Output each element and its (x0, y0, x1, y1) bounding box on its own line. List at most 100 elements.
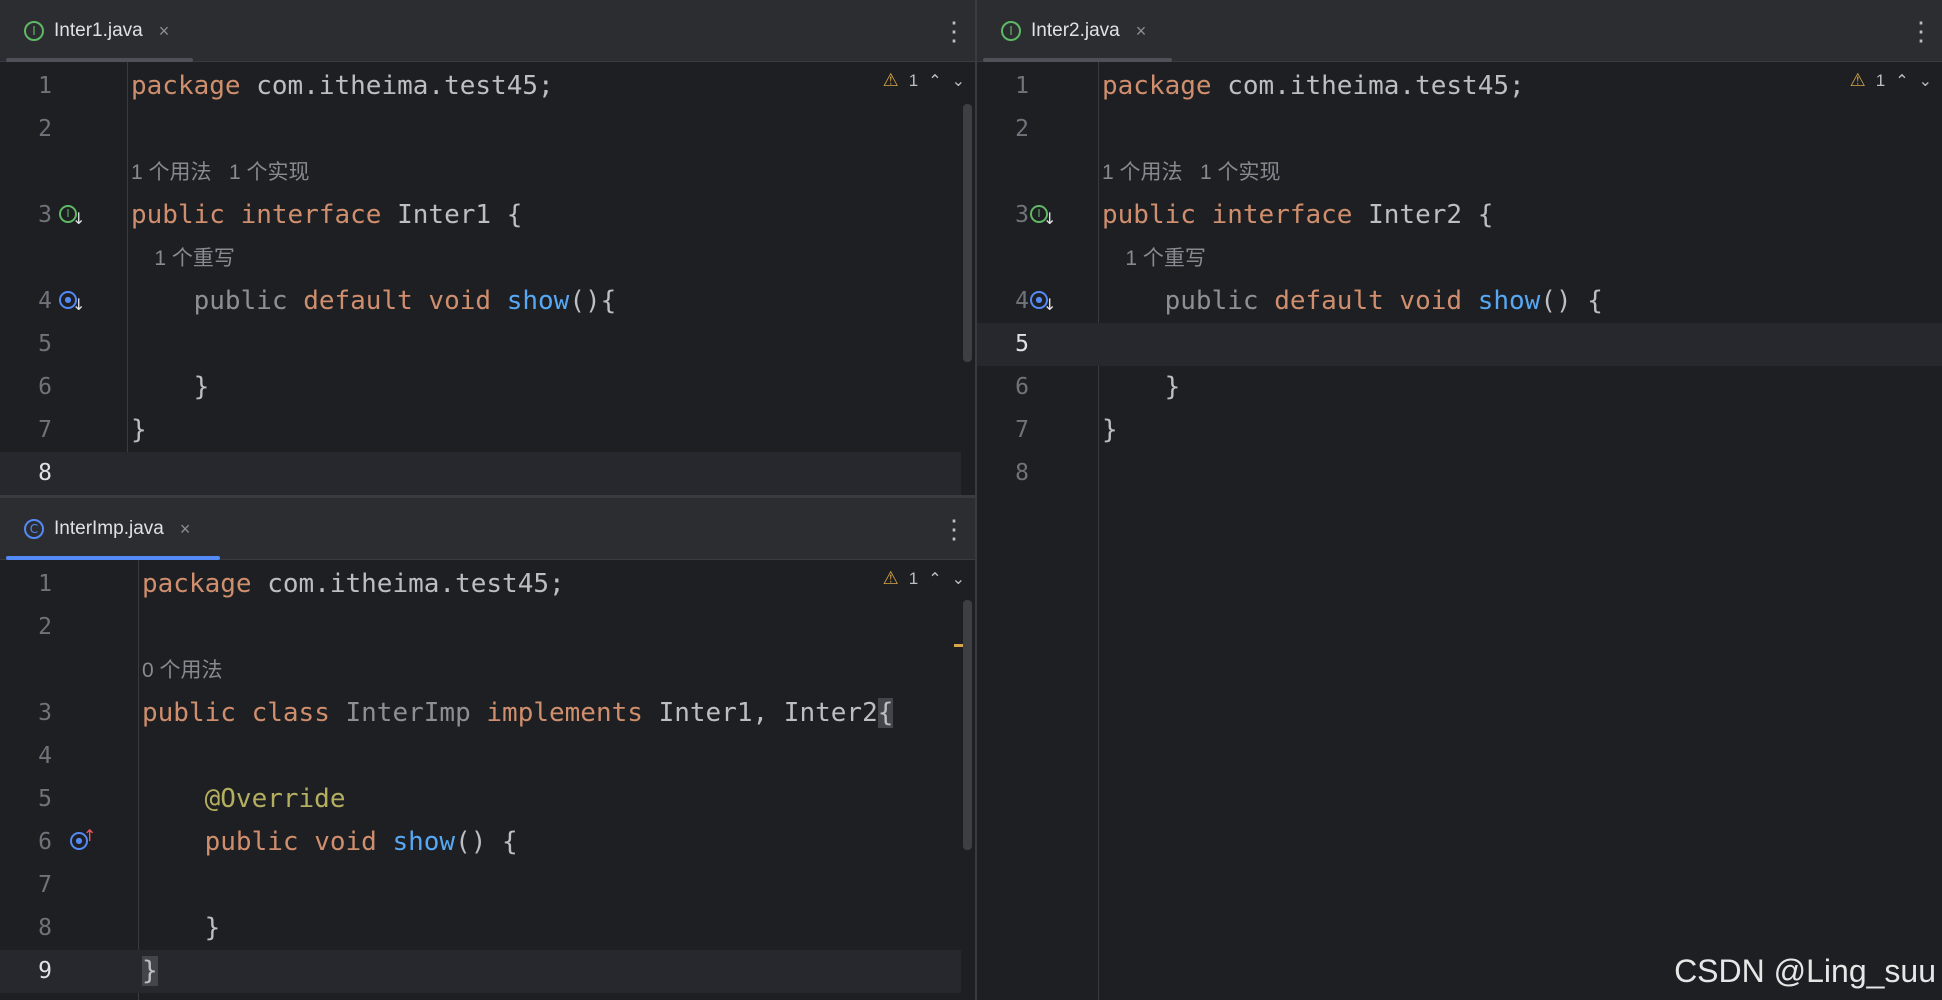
close-icon[interactable]: × (180, 519, 191, 540)
overridden-method-icon[interactable]: ● ↓ (1030, 289, 1056, 315)
code-text[interactable]: public interface Inter1 { (131, 194, 522, 237)
code-line[interactable]: 8 } (0, 907, 961, 950)
code-line[interactable]: 2 (977, 108, 1942, 151)
code-line[interactable]: 7} (977, 409, 1942, 452)
code-text[interactable]: public default void show(){ (131, 280, 617, 323)
code-text[interactable]: } (1102, 409, 1118, 452)
vertical-scrollbar[interactable] (963, 600, 972, 850)
code-line[interactable]: 7} (0, 409, 961, 452)
code-line[interactable]: 6 } (0, 366, 961, 409)
code-line[interactable]: 3 public class InterImp implements Inter1… (0, 692, 961, 735)
inlay-usage-hint[interactable]: 1 个用法 1 个实现 (131, 151, 310, 194)
code-line[interactable]: 5 (977, 323, 1942, 366)
overridden-method-icon[interactable]: ● ↓ (59, 289, 85, 315)
code-line[interactable]: 2 (0, 108, 961, 151)
implemented-interface-icon[interactable]: I ↓ (59, 203, 85, 229)
code-line[interactable]: 5 (0, 323, 961, 366)
code-line[interactable]: 4 (0, 735, 961, 778)
code-line[interactable]: 6 } (977, 366, 1942, 409)
line-number[interactable]: 2 (989, 108, 1029, 151)
line-number[interactable]: 7 (12, 409, 52, 452)
more-options-icon[interactable]: ⋮ (1908, 16, 1934, 46)
tab-label: Inter2.java (1031, 20, 1120, 41)
line-number[interactable]: 8 (989, 452, 1029, 495)
code-line[interactable]: 3 I ↓ public interface Inter2 { (977, 194, 1942, 237)
inlay-usage-hint[interactable]: 1 个用法 1 个实现 (1102, 151, 1281, 194)
inlay-usage-hint[interactable]: 0 个用法 (142, 649, 223, 692)
inlay-usage-hint[interactable]: 1 个重写 (131, 237, 235, 280)
tab-bar: I Inter1.java × ⋮ (0, 0, 975, 62)
code-token: package (142, 569, 268, 599)
line-number[interactable]: 1 (989, 65, 1029, 108)
code-line[interactable]: 1 package com.itheima.test45; (0, 65, 961, 108)
code-text[interactable]: } (131, 409, 147, 452)
line-number[interactable]: 3 (12, 194, 52, 237)
line-number[interactable]: 7 (12, 864, 52, 907)
code-line[interactable]: 5 @Override (0, 778, 961, 821)
line-number[interactable]: 5 (12, 323, 52, 366)
inlay-usage-hint[interactable]: 1 个重写 (1102, 237, 1206, 280)
line-number[interactable]: 3 (12, 692, 52, 735)
more-options-icon[interactable]: ⋮ (941, 514, 967, 544)
line-number[interactable]: 8 (12, 452, 52, 495)
close-icon[interactable]: × (159, 21, 170, 42)
line-number[interactable]: 7 (989, 409, 1029, 452)
code-line[interactable]: 8 (977, 452, 1942, 495)
tab-inter1-java[interactable]: I Inter1.java × (6, 0, 183, 62)
implemented-interface-icon[interactable]: I ↓ (1030, 203, 1056, 229)
line-number[interactable]: 8 (12, 907, 52, 950)
code-line[interactable]: 1 package com.itheima.test45; (0, 563, 961, 606)
code-line[interactable]: 1 package com.itheima.test45; (977, 65, 1942, 108)
vertical-scrollbar[interactable] (963, 104, 972, 362)
code-text[interactable]: @Override (142, 778, 346, 821)
code-line[interactable]: 7 (0, 864, 961, 907)
line-number[interactable]: 2 (12, 606, 52, 649)
code-text[interactable]: public class InterImp implements Inter1,… (142, 692, 894, 735)
code-line[interactable]: 2 (0, 606, 961, 649)
tab-bar: I Inter2.java × ⋮ (977, 0, 1942, 62)
line-number[interactable]: 4 (989, 280, 1029, 323)
code-text[interactable]: } (1102, 366, 1181, 409)
line-number[interactable]: 6 (989, 366, 1029, 409)
code-text[interactable]: } (131, 366, 210, 409)
close-icon[interactable]: × (1136, 21, 1147, 42)
code-text[interactable]: package com.itheima.test45; (142, 563, 565, 606)
code-text[interactable]: package com.itheima.test45; (1102, 65, 1525, 108)
more-options-icon[interactable]: ⋮ (941, 16, 967, 46)
line-number[interactable]: 6 (12, 821, 52, 864)
code-editor[interactable]: ⚠ 1 ⌃ ⌄ 1 package com.itheima.test45; 2 1 个… (0, 62, 975, 495)
code-token: package (131, 71, 257, 101)
code-text[interactable]: } (142, 907, 221, 950)
line-number[interactable]: 4 (12, 735, 52, 778)
code-text[interactable]: public interface Inter2 { (1102, 194, 1493, 237)
tab-interimp-java[interactable]: C InterImp.java × (6, 498, 204, 560)
code-editor[interactable]: ⚠ 1 ⌃ ⌄ 1 package com.itheima.test45; 2 1 个… (977, 62, 1942, 1000)
code-line[interactable]: 8 (0, 452, 961, 495)
line-number[interactable]: 3 (989, 194, 1029, 237)
line-number[interactable]: 5 (12, 778, 52, 821)
line-number[interactable]: 1 (12, 65, 52, 108)
code-token: void (1399, 286, 1478, 316)
code-line[interactable]: 4 ● ↓ public default void show() { (977, 280, 1942, 323)
line-number[interactable]: 1 (12, 563, 52, 606)
line-number[interactable]: 9 (12, 950, 52, 993)
code-line[interactable]: 9} (0, 950, 961, 993)
code-line[interactable]: 6 ● ↑ public void show() { (0, 821, 961, 864)
code-text[interactable]: package com.itheima.test45; (131, 65, 554, 108)
code-line[interactable]: 3 I ↓ public interface Inter1 { (0, 194, 961, 237)
implementing-method-icon[interactable]: ● ↑ (70, 826, 96, 856)
code-token: package (1102, 71, 1228, 101)
code-editor[interactable]: ⚠ 1 ⌃ ⌄ 1 package com.itheima.test45; 2 0 个… (0, 560, 975, 1000)
code-token: @Override (142, 784, 346, 814)
code-token: void (428, 286, 507, 316)
line-number[interactable]: 4 (12, 280, 52, 323)
code-text[interactable]: public void show() { (142, 821, 518, 864)
code-token: () { (455, 827, 518, 857)
tab-inter2-java[interactable]: I Inter2.java × (983, 0, 1160, 62)
code-line[interactable]: 4 ● ↓ public default void show(){ (0, 280, 961, 323)
code-text[interactable]: } (142, 950, 158, 993)
line-number[interactable]: 6 (12, 366, 52, 409)
line-number[interactable]: 5 (989, 323, 1029, 366)
line-number[interactable]: 2 (12, 108, 52, 151)
code-text[interactable]: public default void show() { (1102, 280, 1603, 323)
